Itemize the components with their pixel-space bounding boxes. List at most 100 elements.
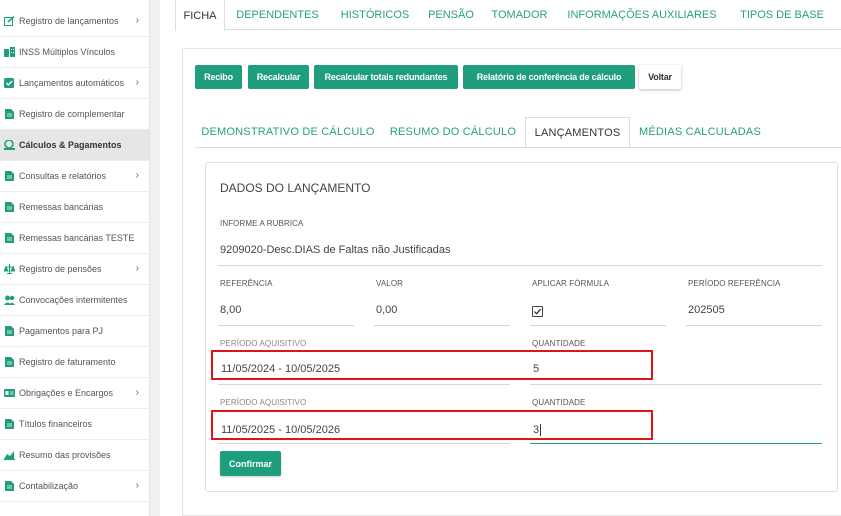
tab-tomador[interactable]: TOMADOR	[482, 0, 557, 30]
sidebar-item-label: Remessas bancárias TESTE	[19, 233, 135, 243]
sidebar-item-11[interactable]: Pagamentos para PJ	[0, 316, 149, 347]
rubrica-field[interactable]: 9209020-Desc.DIAS de Faltas não Justific…	[220, 244, 451, 256]
money-icon	[4, 140, 15, 150]
sidebar-item-label: Lançamentos automáticos	[19, 78, 125, 88]
edit-icon	[4, 16, 15, 26]
quantidade-underline-active	[530, 443, 822, 444]
sidebar-item-label: Registro de pensões	[19, 264, 102, 274]
balance-icon	[4, 264, 15, 274]
quantidade-underline	[530, 384, 822, 385]
chevron-right-icon: ›	[135, 480, 139, 491]
chevron-right-icon: ›	[135, 15, 139, 26]
sidebar-item-label: Resumo das provisões	[19, 450, 111, 460]
referencia-label: REFERÊNCIA	[220, 279, 273, 288]
recibo-button[interactable]: Recibo	[195, 65, 242, 89]
sidebar-item-label: Registro de lançamentos	[19, 16, 119, 26]
sidebar-item-12[interactable]: Registro de faturamento	[0, 347, 149, 378]
top-tabs: FICHA DEPENDENTES HISTÓRICOS PENSÃO TOMA…	[175, 0, 841, 31]
sidebar-item-label: Registro de complementar	[19, 109, 125, 119]
sidebar-item-label: Convocações intermitentes	[19, 295, 128, 305]
tab-dependentes[interactable]: DEPENDENTES	[225, 0, 330, 30]
periodo-underline	[218, 384, 510, 385]
aplicar-formula-underline	[530, 325, 666, 326]
chevron-right-icon: ›	[135, 263, 139, 274]
sidebar-item-label: Cálculos & Pagamentos	[19, 140, 122, 150]
tabs-divider	[195, 147, 841, 148]
sidebar-item-9[interactable]: Registro de pensões ›	[0, 254, 149, 285]
sidebar-item-label: Pagamentos para PJ	[19, 326, 104, 336]
chevron-right-icon: ›	[135, 77, 139, 88]
periodo-referencia-label: PERÍODO REFERÊNCIA	[688, 279, 781, 288]
users-icon	[4, 295, 15, 305]
sidebar-item-13[interactable]: Obrigações e Encargos ›	[0, 378, 149, 409]
referencia-field[interactable]: 8,00	[220, 304, 241, 316]
sidebar-item-15[interactable]: Resumo das provisões	[0, 440, 149, 471]
tab-demonstrativo[interactable]: DEMONSTRATIVO DE CÁLCULO	[195, 117, 381, 147]
valor-field[interactable]: 0,00	[376, 304, 397, 316]
sidebar-item-5[interactable]: Cálculos & Pagamentos	[0, 130, 149, 161]
valor-underline	[374, 325, 510, 326]
periodo-referencia-underline	[686, 325, 822, 326]
area-chart-icon	[4, 450, 15, 460]
document-icon	[4, 109, 15, 119]
sidebar-item-10[interactable]: Convocações intermitentes	[0, 285, 149, 316]
document-icon	[4, 419, 15, 429]
document-icon	[4, 357, 15, 367]
recalcular-totais-button[interactable]: Recalcular totais redundantes	[314, 65, 458, 89]
tab-medias[interactable]: MÉDIAS CALCULADAS	[632, 117, 768, 147]
document-icon	[4, 171, 15, 181]
sidebar-item-1[interactable]: Registro de lançamentos ›	[0, 6, 149, 37]
sidebar-item-3[interactable]: Lançamentos automáticos ›	[0, 68, 149, 99]
sidebar-item-14[interactable]: Títulos financeiros	[0, 409, 149, 440]
referencia-underline	[218, 325, 354, 326]
tab-tipos-de-base[interactable]: TIPOS DE BASE	[727, 0, 837, 30]
id-card-icon	[4, 388, 15, 398]
building-icon	[4, 47, 15, 57]
confirmar-button[interactable]: Confirmar	[220, 451, 281, 476]
sidebar-item-8[interactable]: Remessas bancárias TESTE	[0, 223, 149, 254]
sidebar-gap	[150, 0, 160, 516]
document-icon	[4, 481, 15, 491]
periodo-aquisitivo-label: PERÍODO AQUISITIVO	[220, 339, 307, 348]
sidebar-item-label: Contabilização	[19, 481, 79, 491]
tab-pensao[interactable]: PENSÃO	[420, 0, 482, 30]
sidebar-item-label: Remessas bancárias	[19, 202, 104, 212]
sidebar-item-4[interactable]: Registro de complementar	[0, 99, 149, 130]
periodo-underline	[218, 443, 510, 444]
periodo-aquisitivo-label: PERÍODO AQUISITIVO	[220, 398, 307, 407]
tab-lancamentos[interactable]: LANÇAMENTOS	[525, 117, 630, 148]
check-square-icon	[4, 78, 15, 88]
rubrica-underline	[218, 265, 822, 266]
sidebar-item-16[interactable]: Contabilização ›	[0, 471, 149, 502]
document-icon	[4, 233, 15, 243]
highlight-box	[211, 410, 653, 440]
periodo-referencia-field[interactable]: 202505	[688, 304, 725, 316]
valor-label: VALOR	[376, 279, 404, 288]
relatorio-conferencia-button[interactable]: Relatório de conferência de cálculo	[463, 65, 635, 89]
sidebar-item-7[interactable]: Remessas bancárias	[0, 192, 149, 223]
document-icon	[4, 202, 15, 212]
sidebar-item-label: INSS Múltiplos Vínculos	[19, 47, 116, 57]
quantidade-label: QUANTIDADE	[532, 398, 586, 407]
panel-title: DADOS DO LANÇAMENTO	[220, 181, 371, 195]
rubrica-label: INFORME A RUBRICA	[220, 219, 304, 228]
sidebar-item-label: Obrigações e Encargos	[19, 388, 114, 398]
tab-resumo[interactable]: RESUMO DO CÁLCULO	[383, 117, 523, 147]
quantidade-label: QUANTIDADE	[532, 339, 586, 348]
tab-ficha[interactable]: FICHA	[175, 0, 225, 31]
chevron-right-icon: ›	[135, 170, 139, 181]
sidebar: Registro de lançamentos › INSS Múltiplos V…	[0, 0, 150, 516]
highlight-box	[211, 350, 653, 380]
sidebar-item-6[interactable]: Consultas e relatórios ›	[0, 161, 149, 192]
sidebar-item-2[interactable]: INSS Múltiplos Vínculos	[0, 37, 149, 68]
check-icon	[534, 308, 542, 315]
tab-informacoes-auxiliares[interactable]: INFORMAÇÕES AUXILIARES	[557, 0, 727, 30]
tab-historicos[interactable]: HISTÓRICOS	[330, 0, 420, 30]
sidebar-item-label: Títulos financeiros	[19, 419, 93, 429]
aplicar-formula-label: APLICAR FÓRMULA	[532, 279, 610, 288]
recalcular-button[interactable]: Recalcular	[248, 65, 309, 89]
sidebar-item-label: Consultas e relatórios	[19, 171, 107, 181]
aplicar-formula-checkbox[interactable]	[532, 306, 543, 317]
document-icon	[4, 326, 15, 336]
voltar-button[interactable]: Voltar	[639, 65, 681, 89]
